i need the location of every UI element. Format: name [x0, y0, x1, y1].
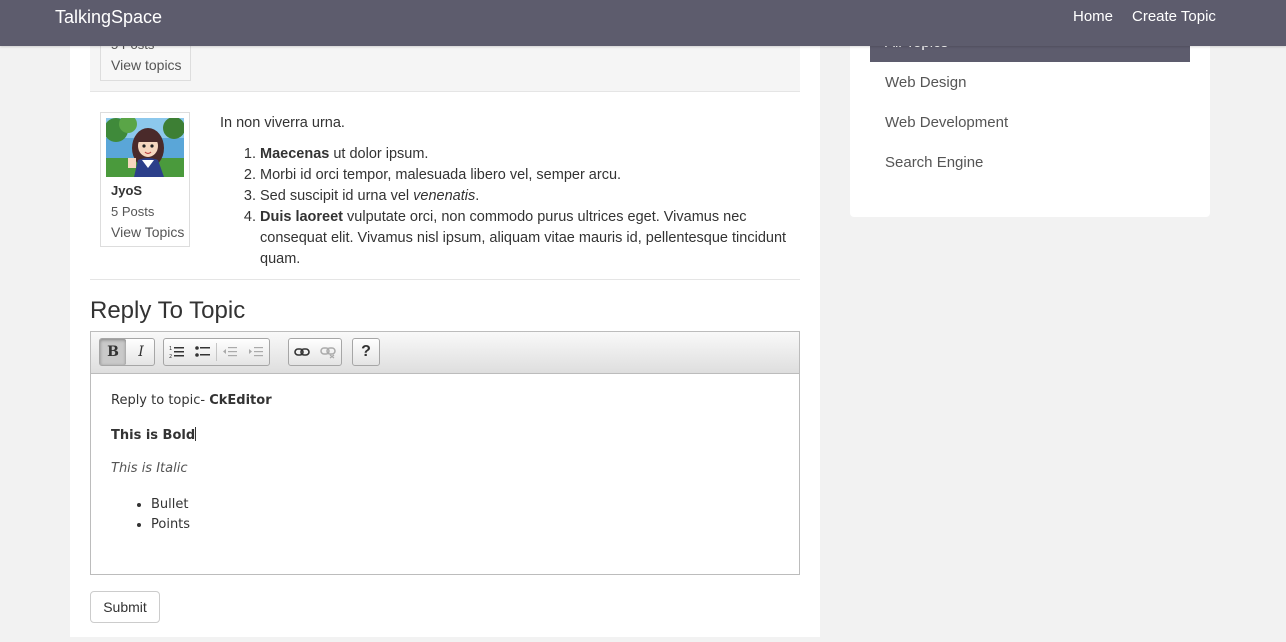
toolbar-group-help: ? [352, 338, 380, 366]
list-item-italic: venenatis [413, 188, 476, 204]
rich-text-editor[interactable]: B I 1 2 ? Reply to topic- CkEditor This … [90, 331, 800, 575]
editor-line-1-text: Reply to topic- [111, 393, 210, 408]
toolbar-group-links [288, 338, 342, 366]
numbered-list-icon: 1 2 [169, 346, 184, 359]
bullet-list-button[interactable] [190, 339, 216, 365]
list-item: Duis laoreet vulputate orci, non commodo… [260, 207, 790, 270]
editor-line-1-bold: CkEditor [209, 393, 272, 408]
editor-bold-text: This is Bold [111, 428, 196, 443]
editor-bullet-item: Points [151, 515, 771, 535]
post-intro: In non viverra urna. [220, 115, 345, 131]
editor-bullet-list: Bullet Points [111, 495, 771, 535]
unlink-icon [320, 347, 336, 359]
editor-italic-text: This is Italic [111, 461, 188, 476]
list-item-bold: Duis laoreet [260, 209, 343, 225]
post-ordered-list: Maecenas ut dolor ipsum. Morbi id orci t… [220, 144, 790, 270]
outdent-icon [223, 347, 237, 357]
italic-icon: I [138, 344, 144, 360]
avatar-image [106, 118, 184, 177]
toolbar-group-lists: 1 2 [163, 338, 270, 366]
bold-icon: B [107, 344, 119, 360]
toolbar-group-basic: B I [99, 338, 155, 366]
nav-create-topic-link[interactable]: Create Topic [1132, 8, 1216, 25]
editor-content-area[interactable]: Reply to topic- CkEditor This is Bold Th… [111, 394, 771, 535]
sidebar-item-search-engine[interactable]: Search Engine [885, 154, 983, 171]
brand-logo[interactable]: TalkingSpace [55, 7, 162, 28]
nav-home-link[interactable]: Home [1073, 8, 1113, 25]
svg-text:1: 1 [169, 346, 172, 352]
editor-line-1: Reply to topic- CkEditor [111, 394, 771, 408]
sidebar-item-web-development[interactable]: Web Development [885, 114, 1008, 131]
numbered-list-button[interactable]: 1 2 [164, 339, 190, 365]
previous-user-view-topics-link[interactable]: View topics [111, 57, 182, 73]
decrease-indent-button[interactable] [217, 339, 243, 365]
editor-line-3: This is Italic [111, 462, 771, 476]
bold-button[interactable]: B [100, 339, 126, 365]
editor-toolbar: B I 1 2 ? [91, 332, 799, 374]
unlink-button[interactable] [315, 339, 341, 365]
user-card: JyoS 5 Posts View Topics [100, 112, 190, 247]
link-icon [294, 348, 310, 356]
user-post-count: 5 Posts [111, 204, 155, 219]
avatar[interactable] [106, 118, 184, 177]
submit-button[interactable]: Submit [90, 591, 160, 623]
user-view-topics-link[interactable]: View Topics [111, 224, 184, 240]
link-button[interactable] [289, 339, 315, 365]
user-name[interactable]: JyoS [111, 183, 142, 198]
list-item-text: Morbi id orci tempor, malesuada libero v… [260, 167, 622, 183]
list-item: Maecenas ut dolor ipsum. [260, 144, 790, 165]
list-item-text: Sed suscipit id urna vel [260, 188, 414, 204]
post-body: In non viverra urna. Maecenas ut dolor i… [220, 113, 790, 270]
list-item-after: . [475, 188, 480, 204]
list-item-bold: Maecenas [260, 146, 330, 162]
help-icon: ? [361, 343, 371, 360]
increase-indent-button[interactable] [243, 339, 269, 365]
reply-title: Reply To Topic [90, 297, 246, 324]
list-item: Morbi id orci tempor, malesuada libero v… [260, 165, 790, 186]
italic-button[interactable]: I [128, 339, 154, 365]
svg-text:2: 2 [169, 354, 172, 359]
indent-icon [249, 347, 263, 357]
navbar: TalkingSpace Home Create Topic [0, 0, 1286, 46]
list-item: Sed suscipit id urna vel venenatis. [260, 186, 790, 207]
bullet-list-icon [195, 346, 210, 357]
text-cursor [195, 427, 197, 441]
list-item-text: ut dolor ipsum. [329, 146, 429, 162]
help-button[interactable]: ? [353, 339, 379, 365]
sidebar-item-web-design[interactable]: Web Design [885, 74, 966, 91]
editor-bullet-item: Bullet [151, 495, 771, 515]
post: JyoS 5 Posts View Topics In non viverra … [90, 91, 800, 280]
editor-line-2: This is Bold [111, 427, 771, 443]
